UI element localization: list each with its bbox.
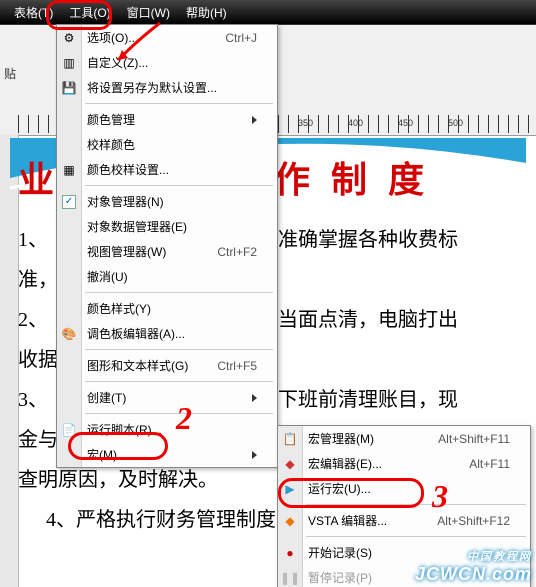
save-icon: 💾 (61, 80, 77, 96)
submenu-run-macro[interactable]: ▶ 运行宏(U)... (278, 476, 530, 501)
menu-view-mgr[interactable]: 视图管理器(W)Ctrl+F2 (57, 239, 277, 264)
menu-customize[interactable]: ▥ 自定义(Z)... (57, 50, 277, 75)
separator (85, 349, 273, 350)
shortcut: Alt+Shift+F11 (438, 432, 510, 446)
shortcut: Alt+F11 (469, 457, 510, 471)
tools-dropdown: ⚙ 选项(O)...Ctrl+J ▥ 自定义(Z)... 💾 将设置另存为默认设… (56, 24, 278, 468)
vsta-icon: ◆ (282, 513, 298, 529)
doc-line: 当面点清，电脑打出 (278, 300, 530, 340)
chevron-right-icon (252, 116, 257, 124)
menu-options[interactable]: ⚙ 选项(O)...Ctrl+J (57, 25, 277, 50)
palette-icon: 🎨 (61, 326, 77, 342)
menubar: 表格(T) 工具(O) 窗口(W) 帮助(H) (0, 0, 536, 25)
doc-title-left: 业 (18, 160, 60, 200)
editor-icon: ◆ (282, 456, 298, 472)
separator (85, 185, 273, 186)
separator (306, 504, 526, 505)
macro-mgr-icon: 📋 (282, 431, 298, 447)
shortcut: Ctrl+F2 (217, 245, 257, 259)
watermark: 中国教程网 JCWCN.com (415, 548, 532, 585)
gear-icon: ⚙ (61, 30, 77, 46)
separator (306, 536, 526, 537)
menu-obj-mgr[interactable]: ✓ 对象管理器(N) (57, 189, 277, 214)
submenu-macro-mgr[interactable]: 📋 宏管理器(M)Alt+Shift+F11 (278, 426, 530, 451)
menu-table[interactable]: 表格(T) (6, 2, 61, 23)
menu-proof-color-setting[interactable]: ▦ 颜色校样设置... (57, 157, 277, 182)
shortcut: Alt+Shift+F12 (437, 514, 510, 528)
doc-line: 准确掌握各种收费标 (278, 220, 530, 260)
separator (85, 292, 273, 293)
chevron-right-icon (252, 394, 257, 402)
menu-create[interactable]: 创建(T) (57, 385, 277, 410)
menu-color-style[interactable]: 颜色样式(Y) (57, 296, 277, 321)
ruler-tick: 350 (298, 118, 313, 128)
ruler-tick: 400 (348, 118, 363, 128)
doc-line: 下班前清理账目，现 (278, 380, 530, 420)
shortcut: Ctrl+F5 (217, 359, 257, 373)
submenu-macro-editor[interactable]: ◆ 宏编辑器(E)...Alt+F11 (278, 451, 530, 476)
menu-text-style[interactable]: 图形和文本样式(G)Ctrl+F5 (57, 353, 277, 378)
menu-save-default[interactable]: 💾 将设置另存为默认设置... (57, 75, 277, 100)
submenu-vsta-editor[interactable]: ◆ VSTA 编辑器...Alt+Shift+F12 (278, 508, 530, 533)
ruler-tick: 500 (448, 118, 463, 128)
menu-proof-color[interactable]: 校样颜色 (57, 132, 277, 157)
doc-title: 作 制 度 (274, 160, 430, 200)
menu-macro[interactable]: 宏(M) (57, 442, 277, 467)
shortcut: Ctrl+J (225, 31, 257, 45)
ruler-tick: 450 (398, 118, 413, 128)
script-icon: 📄 (61, 422, 77, 438)
layout-icon: ▥ (61, 55, 77, 71)
separator (85, 413, 273, 414)
menu-run-script[interactable]: 📄 运行脚本(R)... (57, 417, 277, 442)
checkbox-icon: ✓ (61, 194, 77, 210)
chevron-right-icon (252, 451, 257, 459)
record-icon: ● (282, 545, 298, 561)
left-gutter (0, 134, 19, 587)
menu-obj-data-mgr[interactable]: 对象数据管理器(E) (57, 214, 277, 239)
menu-window[interactable]: 窗口(W) (119, 2, 178, 23)
menu-color-mgmt[interactable]: 颜色管理 (57, 107, 277, 132)
play-icon: ▶ (282, 481, 298, 497)
menu-help[interactable]: 帮助(H) (178, 2, 235, 23)
menu-undo[interactable]: 撤消(U) (57, 264, 277, 289)
paste-fragment: 贴 (4, 65, 16, 82)
swatch-icon: ▦ (61, 162, 77, 178)
separator (85, 381, 273, 382)
menu-tools[interactable]: 工具(O) (61, 2, 118, 23)
separator (85, 103, 273, 104)
menu-palette-editor[interactable]: 🎨 调色板编辑器(A)... (57, 321, 277, 346)
pause-icon: ❚❚ (282, 570, 298, 586)
